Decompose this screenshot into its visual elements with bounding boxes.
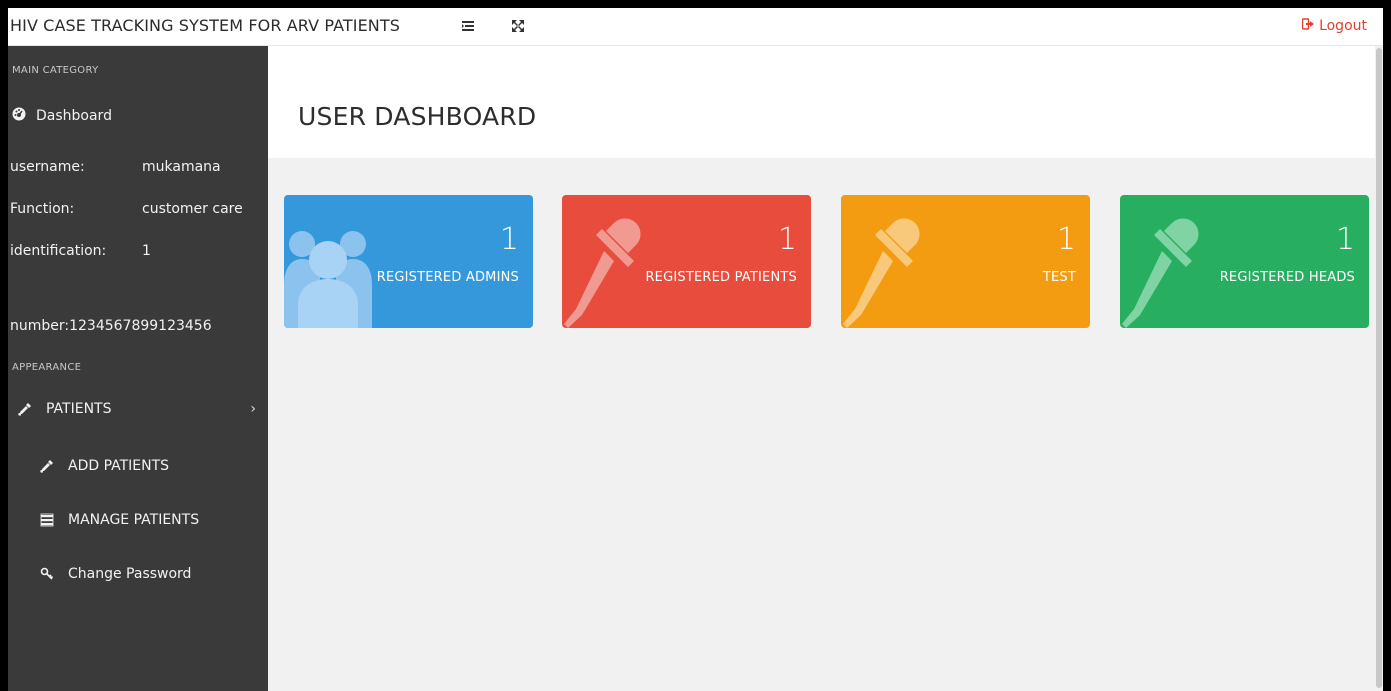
sidebar-item-add-patients-label: ADD PATIENTS (68, 458, 170, 474)
page-header: USER DASHBOARD (268, 46, 1383, 158)
sidebar-item-dashboard[interactable]: Dashboard (12, 107, 112, 125)
stat-card-registered-heads[interactable]: 1 REGISTERED HEADS (1120, 195, 1369, 328)
stat-card-count: 1 (499, 222, 519, 257)
sidebar: MAIN CATEGORY Dashboard username: mukama… (8, 46, 268, 691)
stat-card-label: REGISTERED ADMINS (376, 270, 519, 285)
username-value: mukamana (142, 159, 221, 175)
stat-card-registered-patients[interactable]: 1 REGISTERED PATIENTS (562, 195, 811, 328)
sidebar-section-main-category: MAIN CATEGORY (12, 65, 99, 76)
app-title: HIV CASE TRACKING SYSTEM FOR ARV PATIENT… (10, 16, 400, 35)
page-scrollbar[interactable] (1375, 46, 1383, 691)
stat-card-count: 1 (1056, 222, 1076, 257)
eyedropper-icon (1122, 218, 1199, 328)
expand-icon[interactable] (510, 18, 526, 34)
stat-card-registered-admins[interactable]: 1 REGISTERED ADMINS (284, 195, 533, 328)
logout-button[interactable]: Logout (1301, 18, 1367, 34)
username-label: username: (10, 159, 85, 175)
app-window: HIV CASE TRACKING SYSTEM FOR ARV PATIENT… (8, 8, 1383, 691)
logout-label: Logout (1319, 18, 1367, 34)
eyedropper-icon (16, 400, 34, 418)
chevron-right-icon: › (250, 401, 256, 417)
identification-label: identification: (10, 243, 107, 259)
identification-value: 1 (142, 243, 151, 259)
sidebar-item-change-password[interactable]: Change Password (8, 565, 268, 583)
list-toggle-icon[interactable] (460, 18, 476, 34)
sidebar-item-manage-patients[interactable]: MANAGE PATIENTS (8, 511, 268, 529)
stat-card-label: REGISTERED HEADS (1219, 270, 1355, 285)
stat-card-test[interactable]: 1 TEST (841, 195, 1090, 328)
stat-card-label: REGISTERED PATIENTS (645, 270, 797, 285)
stat-card-count: 1 (777, 222, 797, 257)
sidebar-item-patients-label: PATIENTS (46, 401, 112, 417)
function-value: customer care (142, 201, 243, 217)
key-icon (38, 565, 56, 583)
top-bar: HIV CASE TRACKING SYSTEM FOR ARV PATIENT… (8, 8, 1383, 46)
sidebar-item-change-password-label: Change Password (68, 566, 192, 582)
stat-card-count: 1 (1335, 222, 1355, 257)
sidebar-item-manage-patients-label: MANAGE PATIENTS (68, 512, 200, 528)
list-icon (38, 511, 56, 529)
scrollbar-thumb[interactable] (1376, 48, 1382, 688)
dashboard-icon (12, 107, 26, 125)
function-label: Function: (10, 201, 75, 217)
eyedropper-icon (843, 218, 920, 328)
sidebar-item-patients[interactable]: PATIENTS › (8, 400, 268, 418)
eyedropper-icon (564, 218, 641, 328)
number-text: number:1234567899123456 (10, 318, 212, 334)
logout-icon (1301, 18, 1315, 34)
sidebar-item-dashboard-label: Dashboard (36, 108, 112, 124)
stat-card-label: TEST (1042, 270, 1076, 285)
users-icon (284, 231, 372, 328)
eyedropper-icon (38, 457, 56, 475)
sidebar-section-appearance: APPEARANCE (12, 362, 82, 373)
page-title: USER DASHBOARD (298, 102, 537, 131)
sidebar-item-add-patients[interactable]: ADD PATIENTS (8, 457, 268, 475)
